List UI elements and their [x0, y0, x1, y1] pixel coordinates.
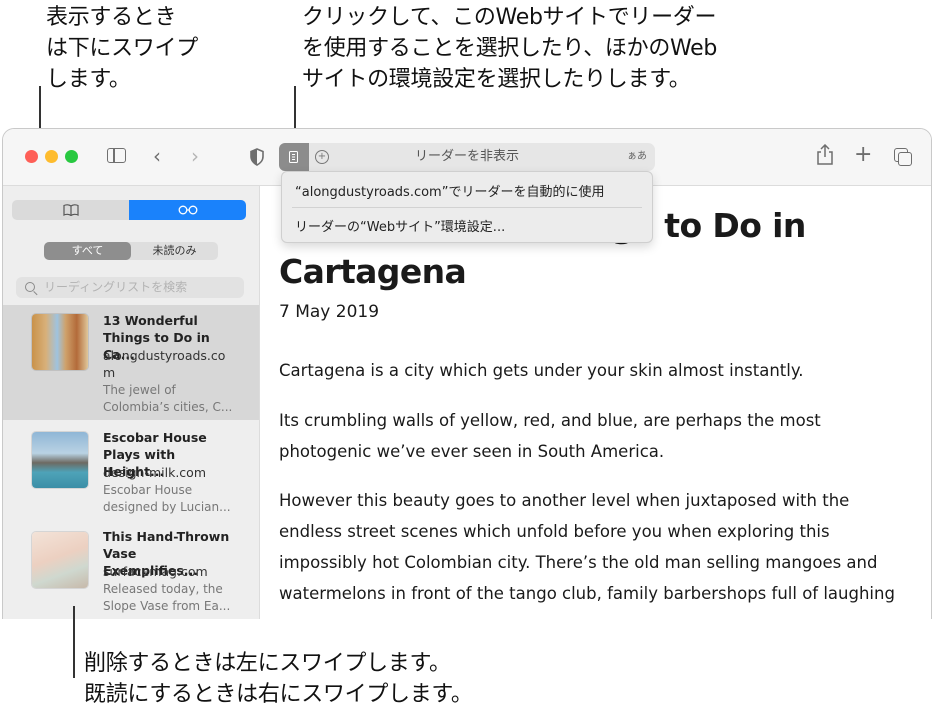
- article-title: Cartagena: [279, 252, 467, 291]
- item-excerpt: The jewel of: [103, 383, 176, 397]
- item-excerpt: Slope Vase from Ea...: [103, 599, 231, 613]
- tab-overview-icon[interactable]: [894, 148, 912, 166]
- reader-options-menu: “alongdustyroads.com”でリーダーを自動的に使用 リーダーの“…: [281, 171, 653, 243]
- callout-leader-line: [73, 606, 75, 678]
- item-domain: surfacemag.com: [103, 564, 208, 579]
- search-placeholder: リーディングリストを検索: [44, 280, 188, 294]
- article-paragraph: endless street scenes which unfold befor…: [279, 522, 830, 541]
- article-thumbnail: [32, 314, 88, 370]
- minimize-button[interactable]: [45, 150, 58, 163]
- callout-swipe-read: 既読にするときは右にスワイプします。: [84, 682, 473, 707]
- text-size-button[interactable]: ぁあ: [627, 143, 647, 171]
- list-item[interactable]: 13 Wonderful Things to Do in Ca... along…: [3, 305, 259, 420]
- item-title: Escobar House: [103, 430, 207, 445]
- close-button[interactable]: [25, 150, 38, 163]
- article-paragraph: Cartagena is a city which gets under you…: [279, 361, 804, 380]
- article-thumbnail: [32, 532, 88, 588]
- item-title: 13 Wonderful: [103, 313, 198, 328]
- new-tab-plus-icon[interactable]: +: [854, 144, 872, 166]
- item-excerpt: Released today, the: [103, 582, 223, 596]
- item-excerpt: Colombia’s cities, C...: [103, 400, 233, 414]
- list-item[interactable]: This Hand-Thrown Vase Exemplifies... sur…: [3, 522, 259, 619]
- privacy-shield-icon[interactable]: [249, 148, 265, 166]
- list-item[interactable]: Escobar House Plays with Height... desig…: [3, 422, 259, 520]
- callout-swipe-delete: 削除するときは左にスワイプします。: [84, 651, 451, 676]
- item-domain: m: [103, 365, 116, 380]
- reader-article: 13 Wonderful Things to Do in Cartagena 7…: [279, 186, 919, 619]
- article-paragraph: photogenic we’ve ever seen in South Amer…: [279, 442, 665, 461]
- back-chevron-icon[interactable]: ‹: [153, 146, 161, 166]
- menu-item-reader-settings[interactable]: リーダーの“Webサイト”環境設定...: [295, 216, 505, 235]
- forward-chevron-icon[interactable]: ›: [191, 146, 199, 166]
- safari-window: ‹ › + リーダーを非表示 ぁあ + “alongdustyroads.com…: [2, 128, 932, 619]
- article-paragraph: Its crumbling walls of yellow, red, and …: [279, 411, 821, 430]
- reading-list-filter: すべて 未読のみ: [44, 242, 218, 260]
- item-excerpt: designed by Lucian...: [103, 500, 231, 514]
- search-icon: [25, 282, 35, 292]
- book-icon: [62, 204, 79, 217]
- callout-reader-options: クリックして、このWebサイトでリーダー を使用することを選択したり、ほかのWe…: [302, 5, 718, 92]
- article-paragraph: watermelons in front of the tango club, …: [279, 584, 895, 603]
- address-bar[interactable]: + リーダーを非表示 ぁあ: [279, 143, 655, 171]
- filter-unread[interactable]: 未読のみ: [131, 242, 218, 260]
- sidebar: すべて 未読のみ リーディングリストを検索 13 Wonderful Thing…: [3, 186, 260, 619]
- sidebar-toggle-icon[interactable]: [107, 148, 126, 163]
- menu-separator: [292, 207, 642, 208]
- item-excerpt: Escobar House: [103, 483, 193, 497]
- article-paragraph: impossibly hot Colombian city. There’s t…: [279, 553, 878, 572]
- search-input[interactable]: リーディングリストを検索: [16, 277, 244, 298]
- article-paragraph: However this beauty goes to another leve…: [279, 491, 850, 510]
- share-icon[interactable]: [816, 144, 834, 166]
- menu-item-auto-reader[interactable]: “alongdustyroads.com”でリーダーを自動的に使用: [295, 181, 604, 200]
- callout-swipe-show: 表示するとき は下にスワイプ します。: [46, 5, 198, 92]
- article-thumbnail: [32, 432, 88, 488]
- item-title: This Hand-Thrown: [103, 529, 230, 544]
- tab-reading-list[interactable]: [129, 200, 246, 220]
- article-date: 7 May 2019: [279, 302, 380, 322]
- item-domain: alongdustyroads.co: [103, 348, 226, 363]
- glasses-icon: [178, 205, 197, 215]
- address-text: リーダーを非表示: [414, 149, 519, 164]
- sidebar-mode-switch: [12, 200, 246, 220]
- zoom-button[interactable]: [65, 150, 78, 163]
- item-domain: design-milk.com: [103, 465, 207, 480]
- tab-bookmarks[interactable]: [12, 200, 129, 220]
- filter-all[interactable]: すべて: [44, 242, 131, 260]
